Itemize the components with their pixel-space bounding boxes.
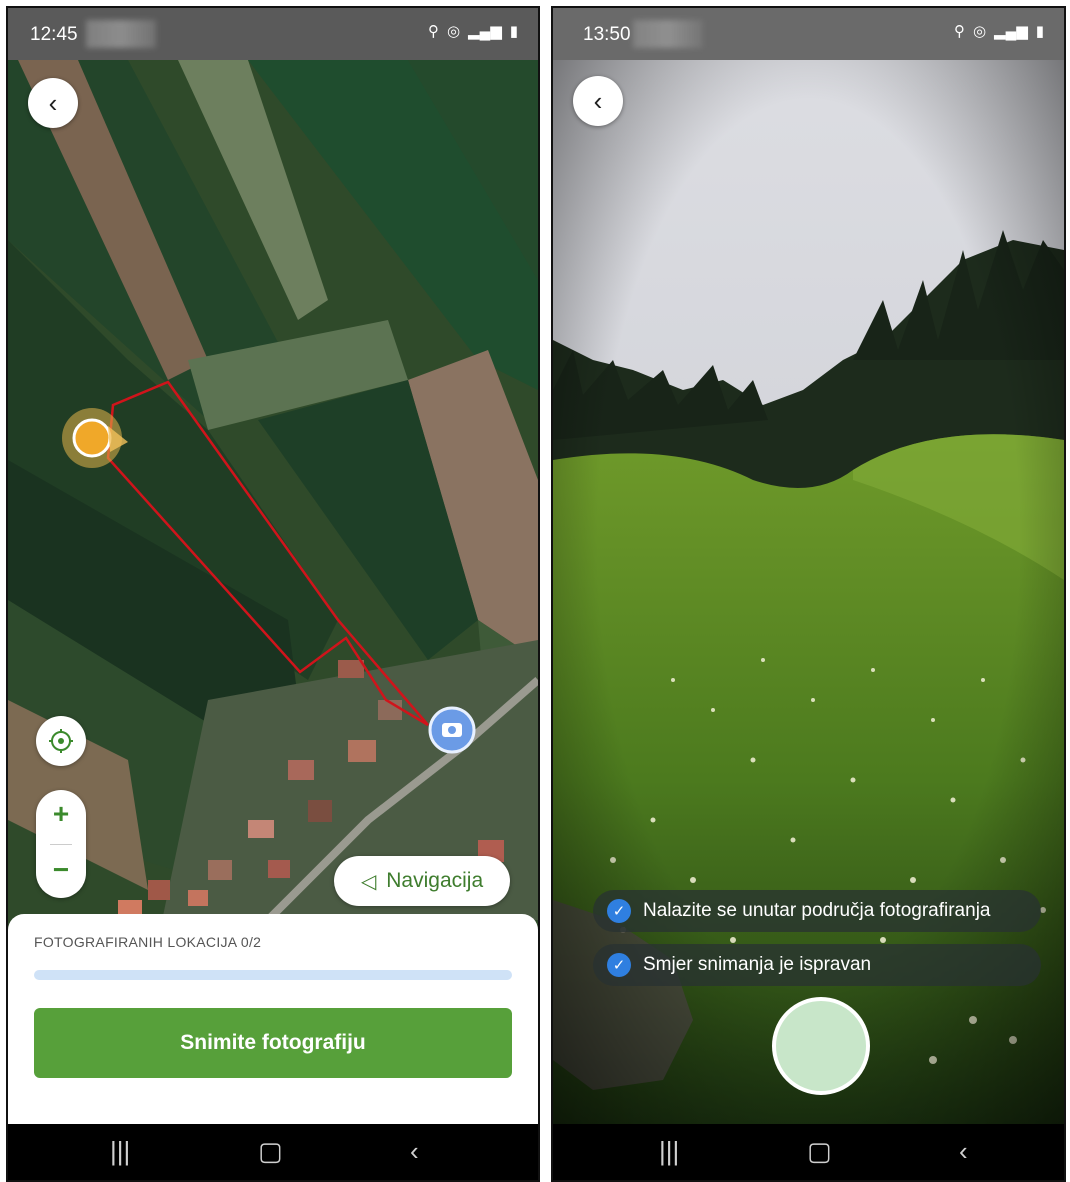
chevron-left-icon: ‹: [48, 87, 58, 118]
blurred-notification-area: [86, 20, 156, 48]
house: [348, 740, 376, 762]
check-inside-area: ✓ Nalazite se unutar područja fotografir…: [593, 890, 1041, 932]
location-icon: ⚲: [427, 23, 439, 40]
status-time: 12:45: [30, 24, 78, 45]
status-icons: ⚲ ◎ ▂▄▆ ▮: [954, 22, 1044, 40]
my-location-button[interactable]: [36, 716, 86, 766]
signal-icon: ▂▄▆: [994, 23, 1028, 40]
crosshair-icon: [49, 729, 73, 753]
shutter-button[interactable]: [772, 997, 870, 1095]
back-button[interactable]: ‹: [28, 78, 78, 128]
check-direction: ✓ Smjer snimanja je ispravan: [593, 944, 1041, 986]
location-icon: ⚲: [953, 23, 965, 40]
status-time: 13:50: [583, 24, 631, 45]
android-nav-bar: ||| ▢ ‹: [8, 1124, 538, 1180]
recent-apps-icon[interactable]: |||: [110, 1138, 130, 1164]
navigation-arrow-icon: ◁: [360, 870, 377, 893]
check-icon: ✓: [607, 899, 631, 923]
photo-counter: FOTOGRAFIRANIH LOKACIJA 0/2: [34, 934, 262, 950]
battery-icon: ▮: [509, 23, 518, 40]
home-icon[interactable]: ▢: [258, 1138, 283, 1164]
status-bar: 12:45 ⚲ ◎ ▂▄▆ ▮: [8, 8, 538, 60]
map-screen: 12:45 ⚲ ◎ ▂▄▆ ▮ ‹ + − ◁ Navigacija FOTOG…: [6, 6, 540, 1182]
navigation-button[interactable]: ◁ Navigacija: [334, 856, 510, 906]
blurred-notification-area: [633, 20, 703, 48]
progress-bar: [34, 970, 512, 980]
house: [148, 880, 170, 900]
house: [208, 860, 232, 880]
zoom-control: + −: [36, 790, 86, 898]
status-bar: 13:50 ⚲ ◎ ▂▄▆ ▮: [553, 8, 1064, 60]
back-nav-icon[interactable]: ‹: [410, 1138, 419, 1164]
zoom-in-button[interactable]: +: [36, 798, 86, 830]
house: [188, 890, 208, 906]
status-icons: ⚲ ◎ ▂▄▆ ▮: [428, 22, 518, 40]
take-photo-button[interactable]: Snimite fotografiju: [34, 1008, 512, 1078]
house: [288, 760, 314, 780]
recent-apps-icon[interactable]: |||: [659, 1138, 679, 1164]
bottom-panel: FOTOGRAFIRANIH LOKACIJA 0/2 Snimite foto…: [8, 914, 538, 1124]
zoom-out-button[interactable]: −: [36, 854, 86, 886]
chevron-left-icon: ‹: [593, 85, 603, 116]
hotspot-icon: ◎: [446, 23, 461, 40]
battery-icon: ▮: [1035, 23, 1044, 40]
camera-screen: 13:50 ⚲ ◎ ▂▄▆ ▮ ‹ ✓ Nalazite se unutar p…: [551, 6, 1066, 1182]
house: [268, 860, 290, 878]
zoom-divider: [50, 844, 72, 845]
navigation-label: Navigacija: [386, 869, 484, 892]
signal-icon: ▂▄▆: [468, 23, 502, 40]
house: [248, 820, 274, 838]
back-button[interactable]: ‹: [573, 76, 623, 126]
android-nav-bar: ||| ▢ ‹: [553, 1124, 1064, 1180]
house: [338, 660, 364, 678]
home-icon[interactable]: ▢: [807, 1138, 832, 1164]
hotspot-icon: ◎: [972, 23, 987, 40]
check-label: Smjer snimanja je ispravan: [643, 954, 872, 975]
camera-lens: [448, 726, 456, 734]
check-icon: ✓: [607, 953, 631, 977]
house: [308, 800, 332, 822]
user-location-icon: [72, 418, 112, 458]
check-label: Nalazite se unutar područja fotografiran…: [643, 900, 991, 921]
back-nav-icon[interactable]: ‹: [959, 1138, 968, 1164]
